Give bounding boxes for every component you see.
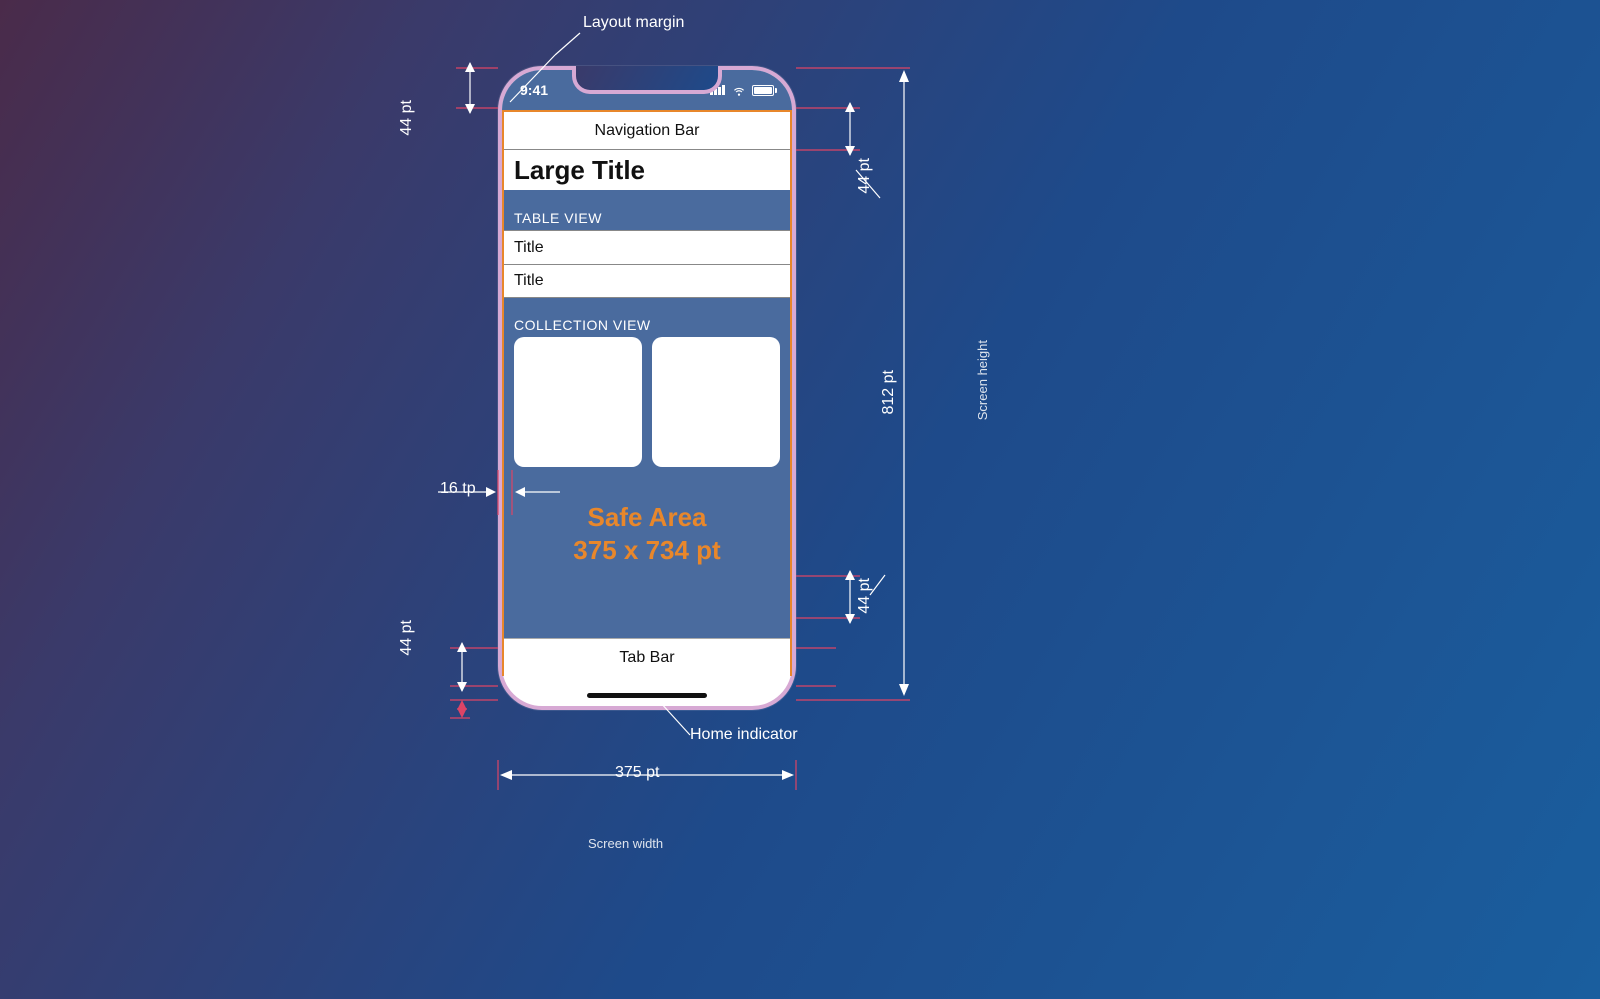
notch [572,66,722,94]
screen-width-value: 375 pt [615,764,659,782]
status-time: 9:41 [520,82,548,98]
safe-area-label: Safe Area 375 x 734 pt [502,502,792,566]
collection-view-header: COLLECTION VIEW [504,309,790,337]
collection-card [514,337,642,467]
table-view-header: TABLE VIEW [504,202,790,230]
wifi-icon [732,83,746,97]
status-icons [710,83,774,97]
home-indicator-bar [587,693,707,698]
table-row: Title [504,264,790,298]
navigation-bar: Navigation Bar [504,112,790,150]
screen-height-value: 812 pt [880,370,898,414]
collection-view [514,337,780,467]
screen-width-label: Screen width [588,836,663,851]
tab-bar-height-label: 44 pt [856,578,874,614]
table-row: Title [504,230,790,264]
bottom-inset-label: 44 pt [398,620,416,656]
phone-frame: 9:41 Navigation Bar Large Title TABLE VI… [498,66,796,710]
layout-margin-label: Layout margin [583,14,684,32]
nav-bar-height-label: 44 pt [856,158,874,194]
annotation-lines [0,0,1600,999]
home-indicator-label: Home indicator [690,726,798,744]
tab-bar: Tab Bar [504,638,790,676]
screen-height-label: Screen height [975,340,990,420]
collection-card [652,337,780,467]
margin-tp-label: 16 tp [440,480,476,498]
status-bar-height-label: 44 pt [398,100,416,136]
large-title: Large Title [504,150,790,190]
battery-icon [752,85,774,96]
